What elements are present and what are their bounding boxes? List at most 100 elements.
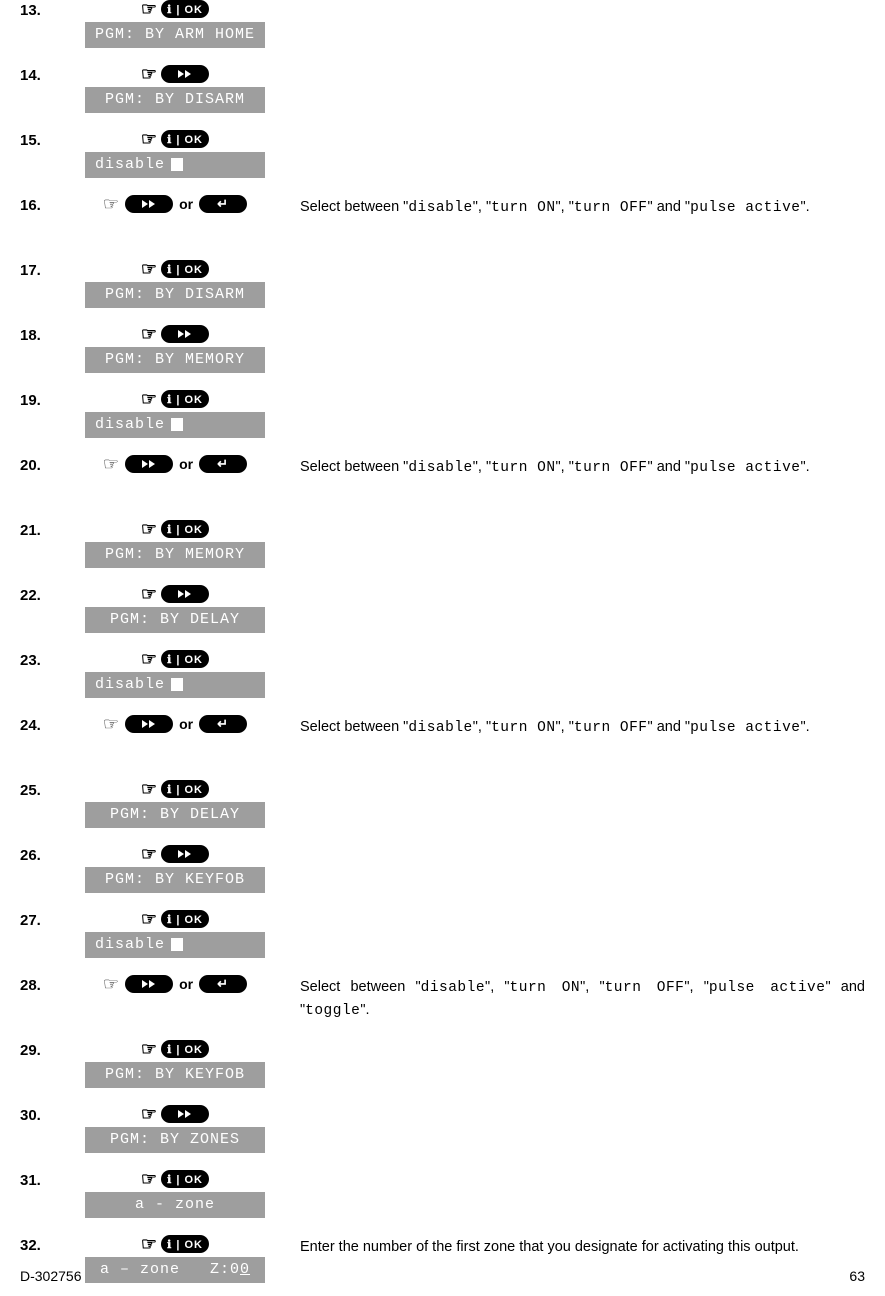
step-description: Select between "disable", "turn ON", "tu… — [290, 455, 865, 480]
step-row: 16.☞ or Select between "disable", "turn … — [20, 195, 865, 250]
step-number: 21. — [20, 520, 60, 539]
step-row: 20.☞ or Select between "disable", "turn … — [20, 455, 865, 510]
step-description — [290, 910, 865, 912]
step-number: 32. — [20, 1235, 60, 1254]
or-text: or — [179, 976, 193, 992]
step-widget: ☞ ℹ | OK disable — [60, 130, 290, 178]
step-number: 27. — [20, 910, 60, 929]
ok-key-icon: ℹ | OK — [161, 650, 209, 668]
next-key-icon — [125, 715, 173, 733]
step-row: 13. ☞ ℹ | OK PGM: BY ARM HOME — [20, 0, 865, 55]
lcd-display: disable — [85, 152, 265, 178]
step-description — [290, 325, 865, 327]
step-description — [290, 65, 865, 67]
step-description: Select between "disable", "turn ON", "tu… — [290, 975, 865, 1023]
step-widget: ☞ ℹ | OKPGM: BY DISARM — [60, 260, 290, 308]
lcd-display: disable — [85, 412, 265, 438]
or-text: or — [179, 716, 193, 732]
step-widget: ☞ ℹ | OKPGM: BY MEMORY — [60, 520, 290, 568]
step-widget: ☞ or — [60, 715, 290, 733]
hand-point-icon: ☞ — [141, 65, 157, 83]
next-key-icon — [125, 455, 173, 473]
hand-point-icon: ☞ — [141, 0, 157, 18]
ok-key-icon: ℹ | OK — [161, 780, 209, 798]
ok-key-icon: ℹ | OK — [161, 130, 209, 148]
step-number: 28. — [20, 975, 60, 994]
ok-key-icon: ℹ | OK — [161, 260, 209, 278]
lcd-display: PGM: BY ZONES — [85, 1127, 265, 1153]
back-key-icon — [199, 715, 247, 733]
lcd-display: PGM: BY ARM HOME — [85, 22, 265, 48]
step-widget: ☞ ℹ | OKdisable — [60, 650, 290, 698]
step-number: 19. — [20, 390, 60, 409]
step-number: 13. — [20, 0, 60, 19]
step-description — [290, 390, 865, 392]
hand-point-icon: ☞ — [103, 975, 119, 993]
step-description — [290, 780, 865, 782]
step-row: 22.☞ PGM: BY DELAY — [20, 585, 865, 640]
hand-point-icon: ☞ — [141, 845, 157, 863]
step-description — [290, 520, 865, 522]
or-text: or — [179, 196, 193, 212]
next-key-icon — [125, 195, 173, 213]
step-row: 23.☞ ℹ | OKdisable — [20, 650, 865, 705]
hand-point-icon: ☞ — [141, 130, 157, 148]
step-description: Select between "disable", "turn ON", "tu… — [290, 715, 865, 740]
step-row: 18.☞ PGM: BY MEMORY — [20, 325, 865, 380]
ok-key-icon: ℹ | OK — [161, 520, 209, 538]
step-widget: ☞ PGM: BY DISARM — [60, 65, 290, 113]
step-widget: ☞ ℹ | OKdisable — [60, 910, 290, 958]
lcd-display: PGM: BY DELAY — [85, 802, 265, 828]
hand-point-icon: ☞ — [141, 390, 157, 408]
hand-point-icon: ☞ — [141, 585, 157, 603]
step-row: 15. ☞ ℹ | OK disable — [20, 130, 865, 185]
step-number: 25. — [20, 780, 60, 799]
ok-key-icon: ℹ | OK — [161, 1170, 209, 1188]
lcd-display: PGM: BY DISARM — [85, 87, 265, 113]
step-row: 24.☞ or Select between "disable", "turn … — [20, 715, 865, 770]
step-row: 14.☞ PGM: BY DISARM — [20, 65, 865, 120]
lcd-display: a - zone — [85, 1192, 265, 1218]
step-description — [290, 650, 865, 652]
or-text: or — [179, 456, 193, 472]
step-number: 22. — [20, 585, 60, 604]
hand-point-icon: ☞ — [141, 325, 157, 343]
back-key-icon — [199, 195, 247, 213]
step-row: 26. ☞ PGM: BY KEYFOB — [20, 845, 865, 900]
hand-point-icon: ☞ — [103, 455, 119, 473]
step-number: 20. — [20, 455, 60, 474]
ok-key-icon: ℹ | OK — [161, 1235, 209, 1253]
next-key-icon — [161, 325, 209, 343]
step-widget: ☞ ℹ | OK a - zone — [60, 1170, 290, 1218]
step-row: 19. ☞ ℹ | OK disable — [20, 390, 865, 445]
next-key-icon — [125, 975, 173, 993]
lcd-display: PGM: BY KEYFOB — [85, 867, 265, 893]
step-row: 25.☞ ℹ | OKPGM: BY DELAY — [20, 780, 865, 835]
step-description — [290, 1040, 865, 1042]
hand-point-icon: ☞ — [141, 1170, 157, 1188]
lcd-display: PGM: BY MEMORY — [85, 542, 265, 568]
ok-key-icon: ℹ | OK — [161, 0, 209, 18]
step-number: 26. — [20, 845, 60, 864]
step-number: 18. — [20, 325, 60, 344]
hand-point-icon: ☞ — [103, 195, 119, 213]
lcd-display: disable — [85, 932, 265, 958]
step-description: Select between "disable", "turn ON", "tu… — [290, 195, 865, 220]
step-widget: ☞ or — [60, 455, 290, 473]
step-widget: ☞ PGM: BY MEMORY — [60, 325, 290, 373]
step-row: 21.☞ ℹ | OKPGM: BY MEMORY — [20, 520, 865, 575]
step-description — [290, 585, 865, 587]
step-number: 30. — [20, 1105, 60, 1124]
next-key-icon — [161, 845, 209, 863]
next-key-icon — [161, 585, 209, 603]
lcd-display: PGM: BY DISARM — [85, 282, 265, 308]
footer-pagenum: 63 — [849, 1268, 865, 1284]
step-row: 31.☞ ℹ | OKa - zone — [20, 1170, 865, 1225]
step-number: 23. — [20, 650, 60, 669]
hand-point-icon: ☞ — [103, 715, 119, 733]
lcd-display: PGM: BY MEMORY — [85, 347, 265, 373]
ok-key-icon: ℹ | OK — [161, 390, 209, 408]
step-number: 15. — [20, 130, 60, 149]
step-widget: ☞ PGM: BY DELAY — [60, 585, 290, 633]
next-key-icon — [161, 1105, 209, 1123]
